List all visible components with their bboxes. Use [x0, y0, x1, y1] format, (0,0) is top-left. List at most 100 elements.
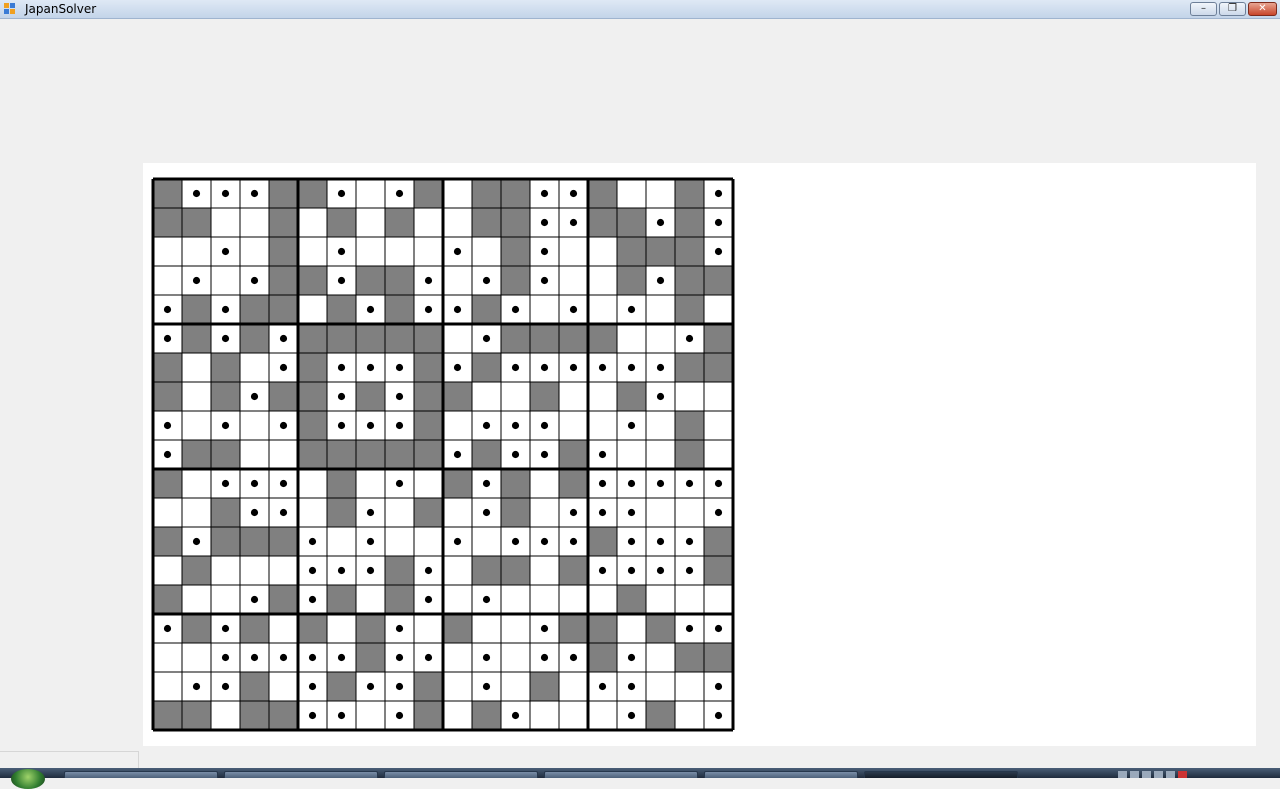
filled-cell[interactable] — [327, 440, 356, 469]
filled-cell[interactable] — [588, 324, 617, 353]
filled-cell[interactable] — [704, 556, 733, 585]
filled-cell[interactable] — [385, 556, 414, 585]
filled-cell[interactable] — [675, 266, 704, 295]
taskbar-item[interactable] — [864, 771, 1018, 778]
filled-cell[interactable] — [559, 469, 588, 498]
empty-cell[interactable] — [443, 672, 472, 701]
filled-cell[interactable] — [588, 527, 617, 556]
filled-cell[interactable] — [182, 614, 211, 643]
filled-cell[interactable] — [356, 324, 385, 353]
empty-cell[interactable] — [182, 237, 211, 266]
filled-cell[interactable] — [356, 643, 385, 672]
empty-cell[interactable] — [414, 237, 443, 266]
filled-cell[interactable] — [327, 498, 356, 527]
empty-cell[interactable] — [472, 382, 501, 411]
close-button[interactable]: ✕ — [1248, 2, 1277, 16]
filled-cell[interactable] — [501, 469, 530, 498]
empty-cell[interactable] — [617, 440, 646, 469]
empty-cell[interactable] — [327, 614, 356, 643]
filled-cell[interactable] — [414, 498, 443, 527]
empty-cell[interactable] — [472, 527, 501, 556]
empty-cell[interactable] — [298, 469, 327, 498]
empty-cell[interactable] — [617, 614, 646, 643]
filled-cell[interactable] — [617, 237, 646, 266]
filled-cell[interactable] — [472, 556, 501, 585]
filled-cell[interactable] — [153, 382, 182, 411]
filled-cell[interactable] — [153, 585, 182, 614]
empty-cell[interactable] — [182, 498, 211, 527]
taskbar-item[interactable] — [64, 771, 218, 778]
filled-cell[interactable] — [559, 614, 588, 643]
empty-cell[interactable] — [182, 469, 211, 498]
filled-cell[interactable] — [240, 672, 269, 701]
empty-cell[interactable] — [414, 208, 443, 237]
filled-cell[interactable] — [472, 701, 501, 730]
empty-cell[interactable] — [501, 672, 530, 701]
filled-cell[interactable] — [269, 585, 298, 614]
empty-cell[interactable] — [182, 382, 211, 411]
filled-cell[interactable] — [501, 208, 530, 237]
empty-cell[interactable] — [704, 411, 733, 440]
empty-cell[interactable] — [269, 614, 298, 643]
filled-cell[interactable] — [182, 324, 211, 353]
empty-cell[interactable] — [298, 208, 327, 237]
filled-cell[interactable] — [356, 266, 385, 295]
empty-cell[interactable] — [356, 179, 385, 208]
empty-cell[interactable] — [646, 411, 675, 440]
filled-cell[interactable] — [675, 643, 704, 672]
filled-cell[interactable] — [704, 527, 733, 556]
filled-cell[interactable] — [269, 527, 298, 556]
empty-cell[interactable] — [588, 237, 617, 266]
filled-cell[interactable] — [153, 179, 182, 208]
filled-cell[interactable] — [385, 440, 414, 469]
empty-cell[interactable] — [530, 556, 559, 585]
filled-cell[interactable] — [704, 353, 733, 382]
filled-cell[interactable] — [327, 295, 356, 324]
empty-cell[interactable] — [414, 469, 443, 498]
empty-cell[interactable] — [530, 295, 559, 324]
empty-cell[interactable] — [153, 672, 182, 701]
filled-cell[interactable] — [414, 411, 443, 440]
filled-cell[interactable] — [269, 382, 298, 411]
empty-cell[interactable] — [153, 556, 182, 585]
empty-cell[interactable] — [501, 585, 530, 614]
filled-cell[interactable] — [327, 469, 356, 498]
filled-cell[interactable] — [240, 324, 269, 353]
filled-cell[interactable] — [182, 208, 211, 237]
empty-cell[interactable] — [240, 556, 269, 585]
filled-cell[interactable] — [588, 643, 617, 672]
taskbar-item[interactable] — [224, 771, 378, 778]
empty-cell[interactable] — [501, 614, 530, 643]
filled-cell[interactable] — [675, 411, 704, 440]
filled-cell[interactable] — [530, 324, 559, 353]
filled-cell[interactable] — [704, 324, 733, 353]
filled-cell[interactable] — [153, 701, 182, 730]
filled-cell[interactable] — [530, 672, 559, 701]
filled-cell[interactable] — [414, 672, 443, 701]
minimize-button[interactable]: – — [1190, 2, 1217, 16]
filled-cell[interactable] — [675, 440, 704, 469]
empty-cell[interactable] — [240, 411, 269, 440]
filled-cell[interactable] — [617, 382, 646, 411]
empty-cell[interactable] — [472, 614, 501, 643]
empty-cell[interactable] — [443, 411, 472, 440]
empty-cell[interactable] — [675, 382, 704, 411]
empty-cell[interactable] — [588, 411, 617, 440]
title-bar[interactable]: JapanSolver – ❐ ✕ — [0, 0, 1280, 19]
filled-cell[interactable] — [646, 614, 675, 643]
empty-cell[interactable] — [211, 266, 240, 295]
filled-cell[interactable] — [472, 208, 501, 237]
filled-cell[interactable] — [182, 440, 211, 469]
filled-cell[interactable] — [559, 556, 588, 585]
filled-cell[interactable] — [298, 382, 327, 411]
filled-cell[interactable] — [472, 295, 501, 324]
empty-cell[interactable] — [414, 614, 443, 643]
filled-cell[interactable] — [588, 208, 617, 237]
filled-cell[interactable] — [182, 295, 211, 324]
filled-cell[interactable] — [298, 411, 327, 440]
filled-cell[interactable] — [269, 701, 298, 730]
taskbar-item[interactable] — [704, 771, 858, 778]
filled-cell[interactable] — [675, 208, 704, 237]
empty-cell[interactable] — [617, 179, 646, 208]
filled-cell[interactable] — [211, 382, 240, 411]
